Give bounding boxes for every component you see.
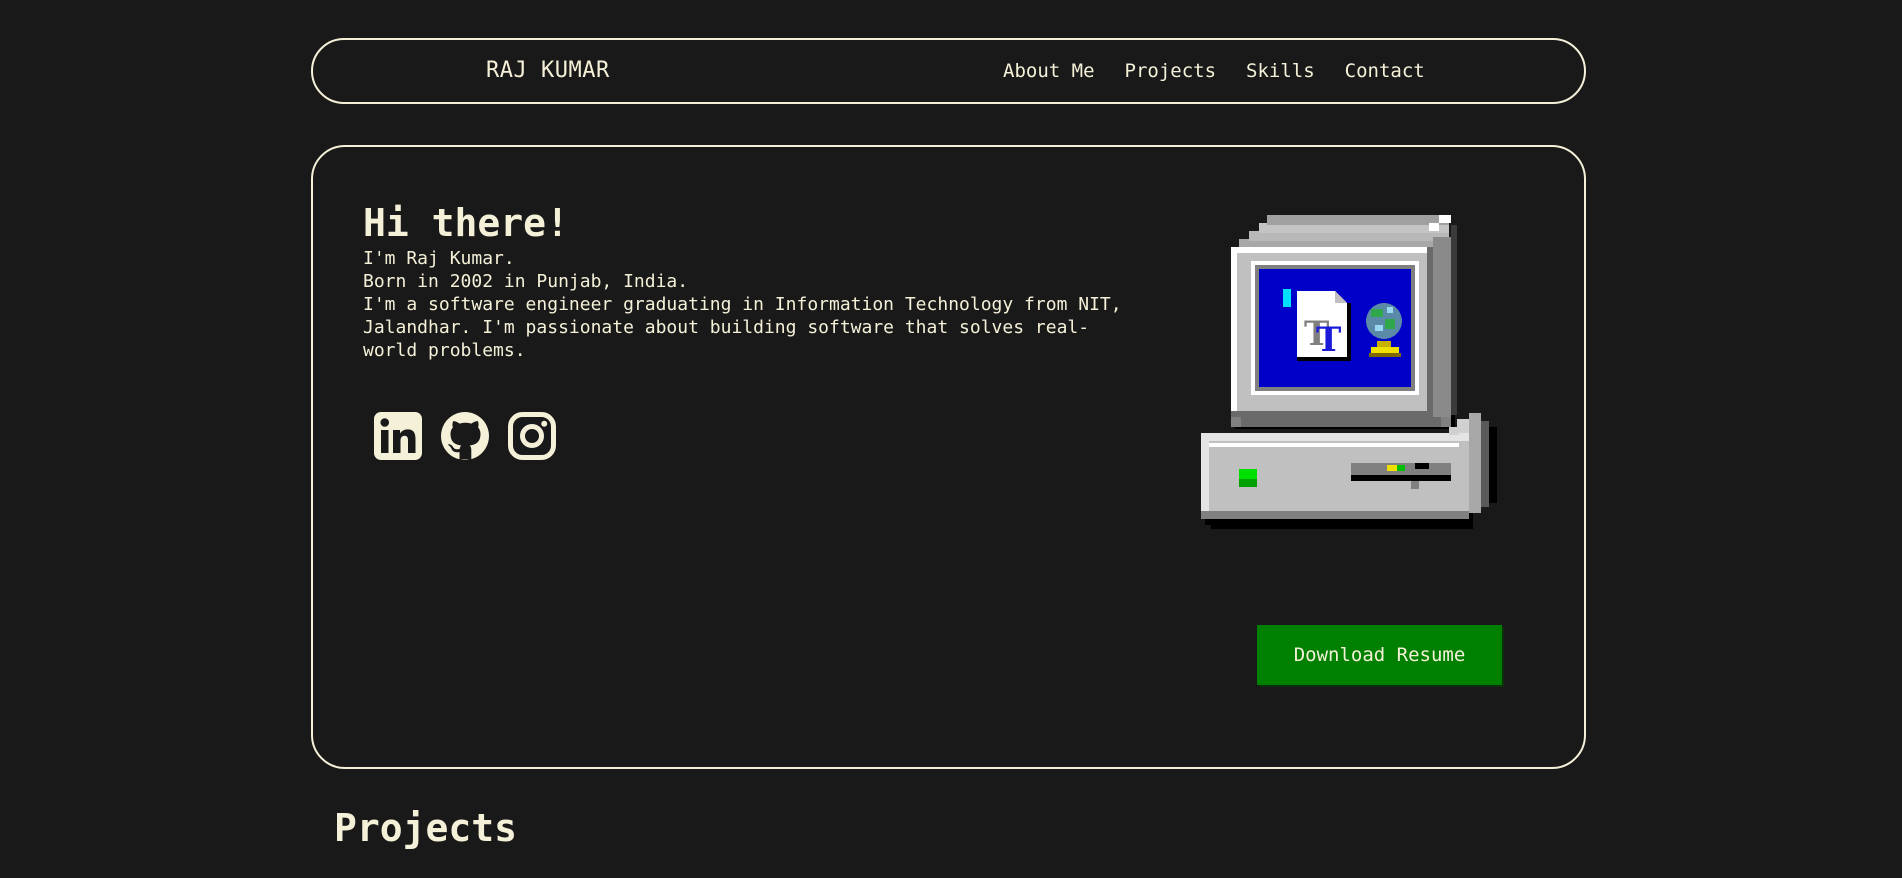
bio-line-birth: Born in 2002 in Punjab, India. <box>363 271 689 292</box>
nav-link-about-me[interactable]: About Me <box>1003 60 1095 82</box>
nav-link-contact[interactable]: Contact <box>1345 60 1425 82</box>
nav-link-skills[interactable]: Skills <box>1246 60 1315 82</box>
social-links <box>373 411 557 461</box>
nav-links: About Me Projects Skills Contact <box>1003 60 1425 82</box>
retro-computer-icon: T T <box>1201 215 1497 529</box>
instagram-icon[interactable] <box>507 411 557 461</box>
brand-name[interactable]: RAJ KUMAR <box>486 58 610 83</box>
bio-line-name: I'm Raj Kumar. <box>363 248 515 269</box>
nav-link-projects[interactable]: Projects <box>1125 60 1217 82</box>
hero-card: Hi there! I'm Raj Kumar. Born in 2002 in… <box>311 145 1586 769</box>
linkedin-icon[interactable] <box>373 411 423 461</box>
hero-title: Hi there! <box>363 201 569 245</box>
download-resume-button[interactable]: Download Resume <box>1257 625 1502 685</box>
bio-line-description: I'm a software engineer graduating in In… <box>363 294 1122 361</box>
svg-text:T: T <box>1316 320 1341 360</box>
navbar: RAJ KUMAR About Me Projects Skills Conta… <box>311 38 1586 104</box>
github-icon[interactable] <box>440 411 490 461</box>
portfolio-page: RAJ KUMAR About Me Projects Skills Conta… <box>0 0 1902 878</box>
projects-heading: Projects <box>334 806 518 850</box>
hero-bio: I'm Raj Kumar. Born in 2002 in Punjab, I… <box>363 247 1123 362</box>
